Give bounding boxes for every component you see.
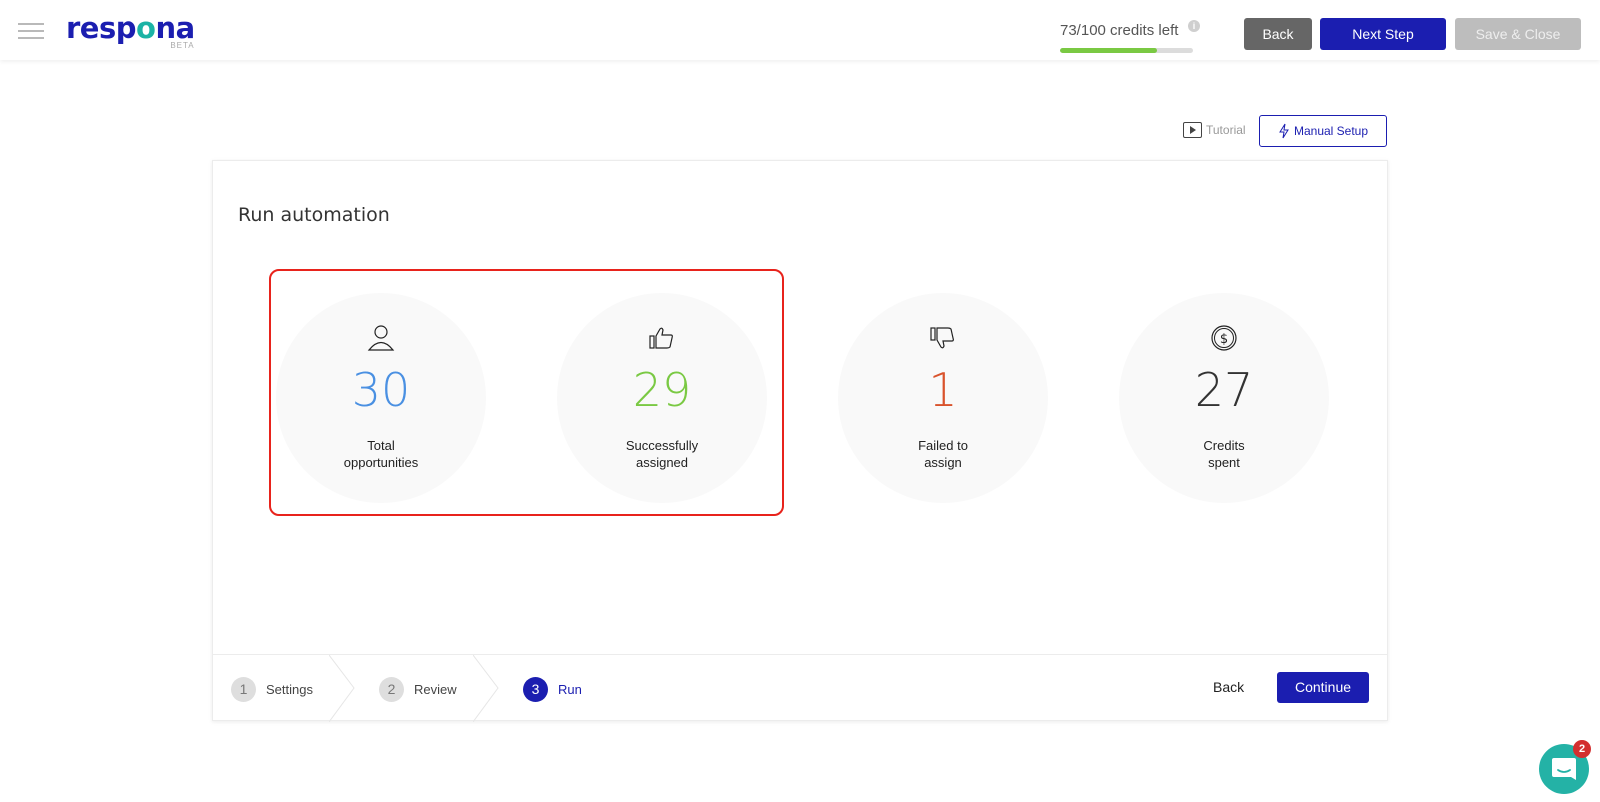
beta-badge: BETA [170, 41, 195, 50]
next-step-button[interactable]: Next Step [1320, 18, 1446, 50]
tutorial-link[interactable]: Tutorial [1183, 122, 1246, 138]
thumbs-down-icon [930, 327, 954, 349]
manual-setup-button[interactable]: Manual Setup [1259, 115, 1387, 147]
stat-value: 27 [1194, 363, 1254, 417]
step-label: Review [414, 682, 457, 697]
card-title: Run automation [238, 204, 390, 226]
stat-label: Credits spent [1203, 438, 1245, 470]
continue-button[interactable]: Continue [1277, 672, 1369, 703]
step-label: Settings [266, 682, 313, 697]
credits-text: 73/100 credits left [1060, 22, 1179, 39]
play-icon [1183, 122, 1202, 138]
stat-successfully-assigned: 29 Successfully assigned [557, 293, 767, 503]
tutorial-label: Tutorial [1206, 123, 1246, 137]
credits-progress-bar [1060, 48, 1193, 53]
user-icon [367, 325, 395, 351]
stat-value: 29 [632, 363, 692, 417]
stat-label: Successfully assigned [625, 438, 699, 470]
stat-credits-spent: $ 27 Credits spent [1119, 293, 1329, 503]
top-header: respona BETA 73/100 credits left i Back … [0, 0, 1600, 60]
step-number: 3 [523, 677, 548, 702]
stat-failed-to-assign: 1 Failed to assign [838, 293, 1048, 503]
wizard-footer: 1 Settings 2 Review 3 Run Back Continue [213, 654, 1387, 722]
stat-value: 30 [351, 363, 411, 417]
step-number: 2 [379, 677, 404, 702]
menu-icon[interactable] [18, 23, 44, 39]
header-back-button[interactable]: Back [1244, 18, 1312, 50]
save-close-button[interactable]: Save & Close [1455, 18, 1581, 50]
logo-text: resp [66, 11, 137, 45]
footer-back-button[interactable]: Back [1213, 679, 1244, 695]
step-number: 1 [231, 677, 256, 702]
lightning-icon [1279, 123, 1289, 139]
step-label: Run [558, 682, 582, 697]
credits-indicator: 73/100 credits left i [1060, 20, 1200, 53]
logo-text-o: o [136, 11, 156, 45]
stat-label: Failed to assign [918, 438, 968, 470]
logo-text-end: na [155, 11, 195, 45]
run-automation-card: Run automation 30 Total opportunities 29 … [212, 160, 1388, 722]
step-run[interactable]: 3 Run [523, 677, 582, 702]
manual-setup-label: Manual Setup [1293, 124, 1369, 138]
chat-notification-badge: 2 [1573, 740, 1591, 758]
info-icon[interactable]: i [1188, 20, 1200, 32]
stat-label: Total opportunities [343, 438, 419, 470]
thumbs-up-icon [649, 327, 673, 349]
step-review[interactable]: 2 Review [379, 677, 457, 702]
logo[interactable]: respona BETA [66, 11, 195, 51]
credits-progress-fill [1060, 48, 1158, 53]
stat-value: 1 [928, 363, 958, 417]
stat-total-opportunities: 30 Total opportunities [276, 293, 486, 503]
step-separator [329, 655, 355, 722]
svg-text:$: $ [1220, 332, 1228, 347]
dollar-coin-icon: $ [1211, 325, 1237, 351]
step-settings[interactable]: 1 Settings [231, 677, 313, 702]
step-separator [473, 655, 499, 722]
